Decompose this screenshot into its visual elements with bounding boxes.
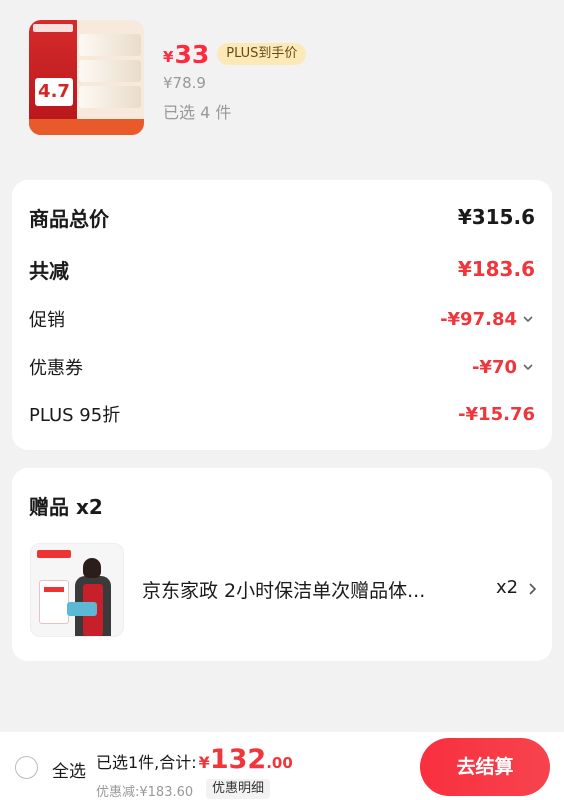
summary-value-wrap: -¥97.84	[440, 309, 535, 330]
price-symbol: ¥	[163, 48, 174, 66]
summary-row-reduced: 共减 ¥183.6	[29, 254, 535, 284]
gift-card-graphic	[39, 580, 69, 624]
summary-value-wrap: -¥70	[472, 357, 535, 378]
product-price: 33	[174, 39, 210, 69]
summary-row-promotion[interactable]: 促销 -¥97.84	[29, 304, 535, 334]
gift-name[interactable]: 京东家政 2小时保洁单次赠品体...	[142, 576, 457, 603]
gift-card: 赠品 x2 京东家政 2小时保洁单次赠品体... x2	[12, 468, 552, 661]
price-row: ¥ 33 PLUS到手价	[163, 38, 307, 70]
product-item: 4.7 ¥ 33 PLUS到手价 ¥78.9 已选 4 件	[0, 0, 564, 160]
summary-label: 共减	[29, 258, 69, 283]
summary-value: -¥15.76	[458, 403, 535, 425]
summary-value: ¥183.6	[457, 257, 535, 281]
select-all-radio[interactable]	[15, 756, 38, 779]
original-price: ¥78.9	[163, 74, 206, 92]
total-prefix: 已选1件,合计:	[96, 753, 197, 772]
thumb-tag	[33, 24, 73, 32]
summary-label: 促销	[29, 310, 65, 331]
gift-qty: x2	[496, 577, 519, 598]
discount-detail-button[interactable]: 优惠明细	[206, 779, 271, 799]
product-thumbnail[interactable]: 4.7	[29, 20, 144, 135]
select-all-label[interactable]: 全选	[52, 757, 86, 782]
total-decimal: .00	[266, 754, 293, 772]
summary-row-coupon[interactable]: 优惠券 -¥70	[29, 352, 535, 382]
summary-value: -¥70	[471, 356, 517, 378]
chevron-down-icon[interactable]	[521, 360, 535, 374]
checkout-button[interactable]: 去结算	[420, 738, 550, 796]
summary-label: 商品总价	[29, 206, 109, 231]
total-symbol: ¥	[198, 753, 210, 772]
gift-logo	[37, 550, 71, 558]
price-summary-card: 商品总价 ¥315.6 共减 ¥183.6 促销 -¥97.84 优惠券 -¥7…	[12, 180, 552, 450]
selected-count: 已选 4 件	[163, 103, 232, 122]
gift-thumbnail[interactable]	[30, 543, 124, 637]
summary-value: ¥315.6	[457, 205, 535, 229]
summary-label: PLUS 95折	[29, 405, 121, 426]
total-line: 已选1件,合计: ¥ 132 .00	[96, 744, 293, 775]
summary-value: -¥97.84	[440, 308, 517, 330]
thumb-bottom-strip	[29, 119, 144, 135]
total-integer: 132	[209, 744, 267, 775]
summary-row-plus: PLUS 95折 -¥15.76	[29, 399, 535, 429]
summary-label: 优惠券	[29, 358, 83, 379]
thumb-tissue-boxes	[79, 34, 141, 112]
gift-title: 赠品 x2	[29, 495, 103, 519]
towel	[67, 602, 97, 616]
chevron-right-icon[interactable]	[526, 581, 538, 597]
checkout-bar: 全选 已选1件,合计: ¥ 132 .00 优惠减:¥183.60 优惠明细 去…	[0, 732, 564, 800]
thumb-number: 4.7	[35, 78, 73, 106]
plus-price-badge: PLUS到手价	[217, 43, 307, 65]
discount-text: 优惠减:¥183.60	[96, 785, 194, 800]
chevron-down-icon[interactable]	[521, 312, 535, 326]
summary-row-total: 商品总价 ¥315.6	[29, 202, 535, 232]
cleaner-head	[83, 558, 101, 578]
